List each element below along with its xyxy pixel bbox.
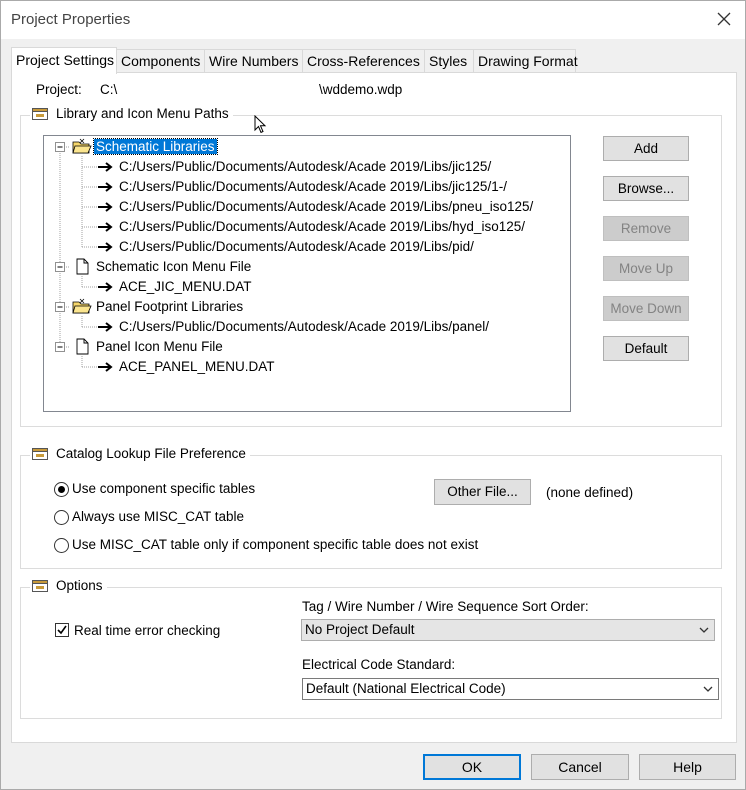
cancel-button[interactable]: Cancel: [531, 754, 629, 780]
tab-wire-numbers[interactable]: Wire Numbers: [204, 49, 303, 72]
project-properties-window: Project Properties Project Settings Comp…: [0, 0, 746, 790]
arrow-right-icon: [98, 222, 113, 232]
group-icon: [32, 107, 48, 120]
chevron-down-icon: [699, 627, 709, 633]
close-icon[interactable]: [715, 10, 733, 28]
default-button[interactable]: Default: [603, 336, 689, 361]
tree-node-schematic-icon-file[interactable]: ACE_JIC_MENU.DAT: [119, 278, 252, 296]
arrow-right-icon: [98, 282, 113, 292]
folder-open-icon: [72, 298, 92, 314]
tab-project-settings[interactable]: Project Settings: [11, 47, 117, 74]
project-label: Project:: [36, 82, 82, 97]
sort-order-value: No Project Default: [305, 622, 415, 637]
move-down-button[interactable]: Move Down: [603, 296, 689, 321]
options-group-title: Options: [30, 578, 107, 593]
arrow-right-icon: [98, 182, 113, 192]
radio-misc-cat-fallback[interactable]: [54, 538, 69, 553]
move-up-button[interactable]: Move Up: [603, 256, 689, 281]
project-path-start: C:\: [100, 82, 118, 97]
catalog-lookup-group-title: Catalog Lookup File Preference: [30, 446, 250, 461]
radio-misc-cat-fallback-label[interactable]: Use MISC_CAT table only if component spe…: [72, 537, 478, 552]
tab-styles[interactable]: Styles: [424, 49, 474, 72]
arrow-right-icon: [98, 322, 113, 332]
radio-misc-cat-label[interactable]: Always use MISC_CAT table: [72, 509, 244, 524]
title-bar: Project Properties: [1, 1, 745, 39]
tree-node-library-path[interactable]: C:/Users/Public/Documents/Autodesk/Acade…: [119, 198, 533, 216]
tree-node-panel-icon-menu[interactable]: Panel Icon Menu File: [96, 338, 223, 356]
electrical-code-value: Default (National Electrical Code): [306, 681, 506, 696]
electrical-code-label: Electrical Code Standard:: [302, 657, 456, 672]
radio-component-tables-label[interactable]: Use component specific tables: [72, 481, 255, 496]
sort-order-select[interactable]: No Project Default: [301, 619, 715, 641]
sort-order-label: Tag / Wire Number / Wire Sequence Sort O…: [302, 599, 589, 614]
library-tree[interactable]: Schematic Libraries C:/Users/Public/Docu…: [43, 135, 571, 412]
options-title: Options: [56, 578, 103, 593]
browse-button[interactable]: Browse...: [603, 176, 689, 201]
arrow-right-icon: [98, 202, 113, 212]
realtime-error-checkbox[interactable]: [55, 623, 69, 637]
tab-components[interactable]: Components: [116, 49, 205, 72]
checkmark-icon: [57, 625, 67, 635]
arrow-right-icon: [98, 242, 113, 252]
radio-misc-cat[interactable]: [54, 510, 69, 525]
project-path-end: \wddemo.wdp: [319, 82, 403, 97]
other-file-button[interactable]: Other File...: [434, 479, 531, 505]
folder-open-icon: [72, 138, 92, 154]
tab-drawing-format[interactable]: Drawing Format: [473, 49, 578, 72]
remove-button[interactable]: Remove: [603, 216, 689, 241]
catalog-lookup-title: Catalog Lookup File Preference: [56, 446, 246, 461]
tree-node-library-path[interactable]: C:/Users/Public/Documents/Autodesk/Acade…: [119, 318, 489, 336]
tab-cross-references[interactable]: Cross-References: [302, 49, 425, 72]
library-paths-group-title: Library and Icon Menu Paths: [30, 106, 233, 121]
window-title: Project Properties: [11, 11, 131, 28]
radio-component-tables[interactable]: [54, 482, 69, 497]
tree-node-panel-footprint[interactable]: Panel Footprint Libraries: [96, 298, 243, 316]
mouse-cursor-icon: [254, 115, 267, 134]
group-icon: [32, 579, 48, 592]
realtime-error-label[interactable]: Real time error checking: [74, 623, 220, 638]
project-settings-panel: Project: C:\ \wddemo.wdp Library and Ico…: [11, 72, 737, 743]
arrow-right-icon: [98, 362, 113, 372]
group-icon: [32, 447, 48, 460]
ok-button[interactable]: OK: [423, 754, 521, 780]
file-icon: [76, 258, 89, 275]
arrow-right-icon: [98, 162, 113, 172]
file-icon: [76, 338, 89, 355]
tree-node-library-path[interactable]: C:/Users/Public/Documents/Autodesk/Acade…: [119, 218, 525, 236]
other-file-value: (none defined): [546, 485, 634, 500]
electrical-code-select[interactable]: Default (National Electrical Code): [302, 678, 719, 700]
tree-node-schematic-libraries[interactable]: Schematic Libraries: [93, 138, 218, 156]
tree-node-library-path[interactable]: C:/Users/Public/Documents/Autodesk/Acade…: [119, 178, 507, 196]
tree-node-panel-icon-file[interactable]: ACE_PANEL_MENU.DAT: [119, 358, 275, 376]
tree-node-library-path[interactable]: C:/Users/Public/Documents/Autodesk/Acade…: [119, 158, 491, 176]
chevron-down-icon: [703, 686, 713, 692]
tree-node-library-path[interactable]: C:/Users/Public/Documents/Autodesk/Acade…: [119, 238, 474, 256]
tree-node-schematic-icon-menu[interactable]: Schematic Icon Menu File: [96, 258, 251, 276]
add-button[interactable]: Add: [603, 136, 689, 161]
library-paths-title: Library and Icon Menu Paths: [56, 106, 229, 121]
help-button[interactable]: Help: [639, 754, 736, 780]
